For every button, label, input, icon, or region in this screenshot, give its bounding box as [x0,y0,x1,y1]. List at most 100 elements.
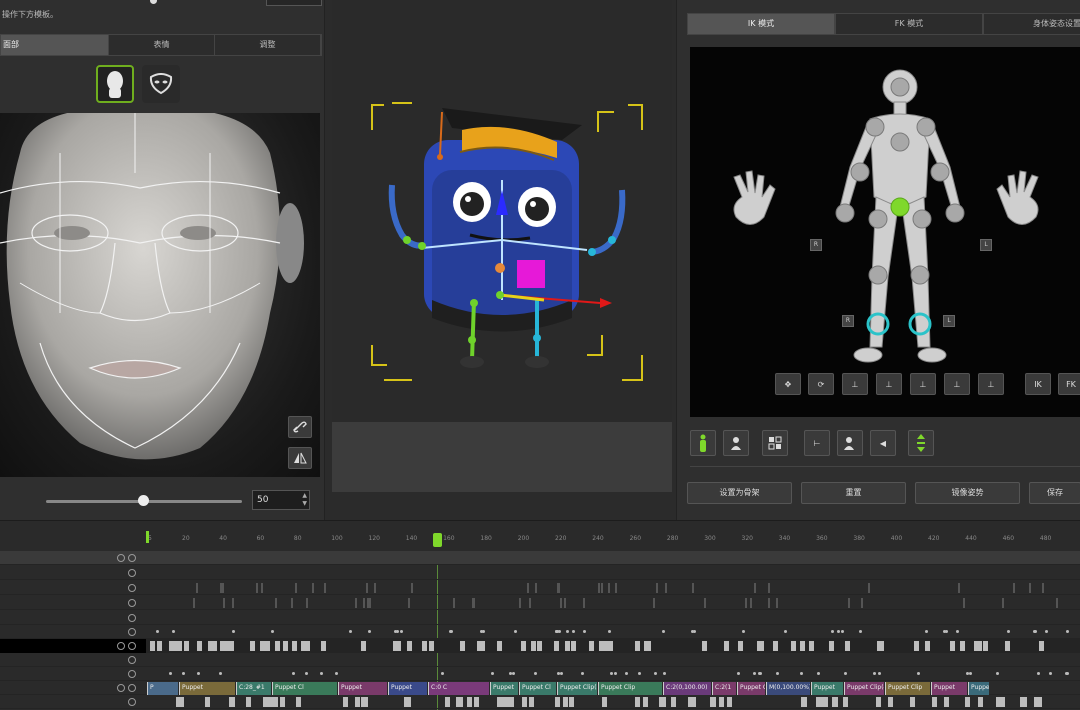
keyframe[interactable] [150,641,155,651]
key-dot[interactable] [969,672,972,675]
keyframe[interactable] [226,641,231,651]
keyframe[interactable] [324,583,326,593]
keyframe[interactable] [704,598,706,608]
keyframe[interactable] [646,641,651,651]
keyframe[interactable] [1042,583,1044,593]
keyframe[interactable] [260,641,265,651]
keyframe[interactable] [1020,697,1025,707]
keyframe[interactable] [197,641,202,651]
key-dot[interactable] [305,672,308,675]
top-dropdown[interactable] [266,0,322,6]
keyframe[interactable] [738,641,743,651]
keyframe[interactable] [914,641,919,651]
keyframe[interactable] [754,583,756,593]
mirror-pose-button[interactable]: 镜像姿势 [915,482,1020,504]
keyframe[interactable] [232,598,234,608]
key-dot[interactable] [614,672,617,675]
keyframe[interactable] [925,641,930,651]
keyframe[interactable] [688,697,693,707]
keyframe[interactable] [768,598,770,608]
pin-tool-button-4[interactable]: ⊥ [944,373,970,395]
tab-adjust[interactable]: 调整 [215,35,321,55]
keyframe[interactable] [719,697,724,707]
keyframe[interactable] [910,697,915,707]
lock-icon[interactable] [117,684,125,692]
timeline-clip[interactable]: C:2(1 [712,682,736,695]
key-dot[interactable] [663,672,666,675]
keyframe[interactable] [497,697,502,707]
keyframe[interactable] [978,697,983,707]
key-dot[interactable] [396,630,399,633]
keyframe[interactable] [877,641,882,651]
keyframe[interactable] [745,598,747,608]
tab-ik-mode[interactable]: IK 模式 [687,13,835,35]
keyframe[interactable] [265,641,270,651]
mark-left-hand[interactable]: L [980,239,992,251]
keyframe[interactable] [343,697,348,707]
keyframe[interactable] [263,697,268,707]
key-dot[interactable] [608,630,611,633]
eye-icon[interactable] [128,628,136,636]
key-dot[interactable] [1066,630,1069,633]
keyframe[interactable] [565,641,570,651]
keyframe[interactable] [802,697,807,707]
keyframe[interactable] [361,697,366,707]
key-dot[interactable] [512,672,515,675]
keyframe[interactable] [271,697,276,707]
key-dot[interactable] [737,672,740,675]
keyframe[interactable] [220,641,225,651]
keyframe[interactable] [571,641,576,651]
keyframe[interactable] [422,641,427,651]
mask-mode-button[interactable] [142,65,180,103]
eye-icon[interactable] [128,642,136,650]
timeline-clip[interactable]: Puppet Clip(2) [557,682,597,695]
keyframe[interactable] [653,598,655,608]
keyframe[interactable] [509,697,514,707]
keyframe[interactable] [773,641,778,651]
tab-face[interactable]: 面部 [1,35,109,55]
keyframe[interactable] [275,641,280,651]
keyframe[interactable] [965,697,970,707]
set-as-skeleton-button[interactable]: 设置为骨架 [687,482,792,504]
keyframe[interactable] [555,697,560,707]
intensity-slider-knob[interactable] [138,495,149,506]
keyframe[interactable] [656,583,658,593]
keyframe[interactable] [599,641,604,651]
track-row[interactable]: P Puppet C:28_#1 Puppet Cl Puppet Puppet C:0 C… [0,681,1080,695]
fk-button[interactable]: FK [1058,373,1080,395]
key-dot[interactable] [509,672,512,675]
flag-button[interactable]: ◀ [870,430,896,456]
eye-icon[interactable] [128,599,136,607]
keyframe[interactable] [291,598,293,608]
key-dot[interactable] [844,672,847,675]
keyframe[interactable] [635,697,640,707]
pin-tool-button-1[interactable]: ⊥ [842,373,868,395]
keyframe[interactable] [983,641,988,651]
keyframe[interactable] [196,583,198,593]
key-dot[interactable] [320,672,323,675]
keyframe[interactable] [963,598,965,608]
key-dot[interactable] [1045,630,1048,633]
keyframe[interactable] [404,697,409,707]
vertical-arrows-button[interactable] [908,430,934,456]
keyframe[interactable] [1002,598,1004,608]
keyframe[interactable] [283,641,288,651]
tab-expression[interactable]: 表情 [109,35,215,55]
key-dot[interactable] [514,630,517,633]
keyframe[interactable] [1013,583,1015,593]
face-preview[interactable] [0,113,320,477]
key-dot[interactable] [753,672,756,675]
keyframe[interactable] [531,641,536,651]
head-mode-button[interactable] [96,65,134,103]
track-row[interactable] [0,551,1080,565]
keyframe[interactable] [223,598,225,608]
key-dot[interactable] [572,630,575,633]
key-dot[interactable] [873,672,876,675]
eye-icon[interactable] [128,554,136,562]
keyframe[interactable] [275,598,277,608]
key-dot[interactable] [1066,672,1069,675]
keyframe[interactable] [355,697,360,707]
key-dot[interactable] [169,672,172,675]
key-dot[interactable] [917,672,920,675]
key-dot[interactable] [837,630,840,633]
